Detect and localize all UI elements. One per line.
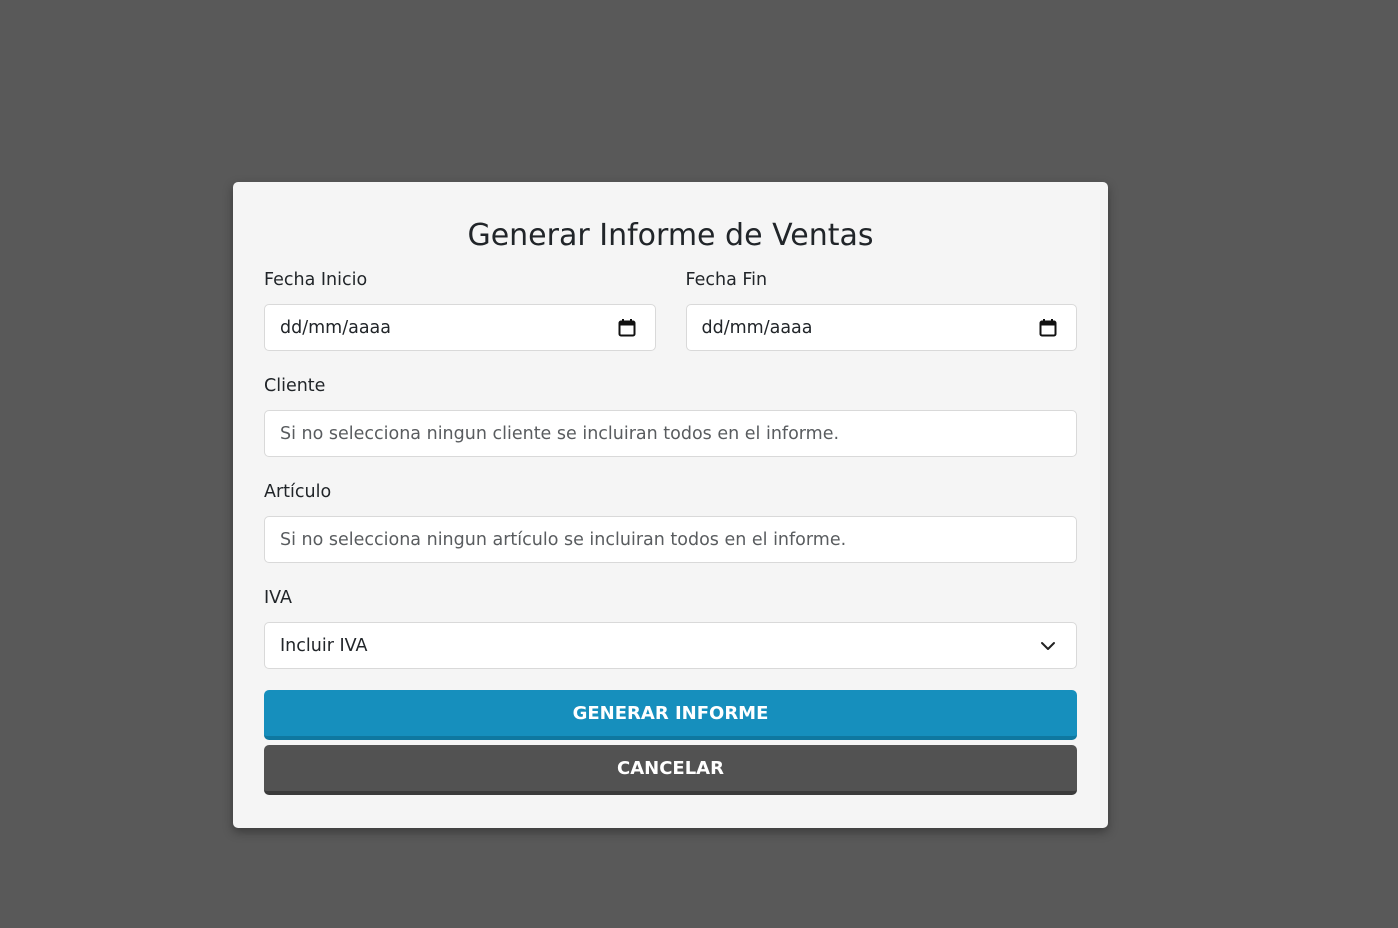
cliente-placeholder: Si no selecciona ningun cliente se inclu… [280, 423, 840, 444]
fecha-inicio-group: Fecha Inicio dd/mm/aaaa [264, 269, 656, 351]
iva-select[interactable]: Incluir IVA [264, 622, 1077, 669]
fecha-fin-value: dd/mm/aaaa [701, 317, 813, 338]
fecha-fin-group: Fecha Fin dd/mm/aaaa [685, 269, 1077, 351]
iva-group: IVA Incluir IVA [264, 587, 1077, 669]
dialog-title: Generar Informe de Ventas [467, 218, 874, 253]
calendar-icon[interactable] [1038, 318, 1058, 338]
fecha-fin-label: Fecha Fin [685, 270, 768, 290]
calendar-icon[interactable] [617, 318, 637, 338]
articulo-group: Artículo Si no selecciona ningun artícul… [264, 481, 1077, 563]
iva-selected-value: Incluir IVA [280, 635, 368, 656]
generate-report-button[interactable]: GENERAR INFORME [264, 690, 1077, 740]
report-dialog: Generar Informe de Ventas Fecha Inicio d… [233, 182, 1108, 828]
fecha-fin-input[interactable]: dd/mm/aaaa [685, 304, 1077, 351]
cliente-group: Cliente Si no selecciona ningun cliente … [264, 375, 1077, 457]
cliente-label: Cliente [264, 376, 326, 396]
articulo-input[interactable]: Si no selecciona ningun artículo se incl… [264, 516, 1077, 563]
fecha-inicio-value: dd/mm/aaaa [280, 317, 391, 338]
cancel-button[interactable]: CANCELAR [264, 745, 1077, 795]
date-range-row: Fecha Inicio dd/mm/aaaa Fecha Fin dd/mm/… [264, 269, 1077, 351]
chevron-down-icon [1041, 642, 1055, 650]
articulo-label: Artículo [264, 482, 332, 502]
fecha-inicio-label: Fecha Inicio [264, 270, 368, 290]
fecha-inicio-input[interactable]: dd/mm/aaaa [264, 304, 656, 351]
cliente-input[interactable]: Si no selecciona ningun cliente se inclu… [264, 410, 1077, 457]
articulo-placeholder: Si no selecciona ningun artículo se incl… [280, 529, 847, 550]
iva-label: IVA [264, 588, 292, 608]
